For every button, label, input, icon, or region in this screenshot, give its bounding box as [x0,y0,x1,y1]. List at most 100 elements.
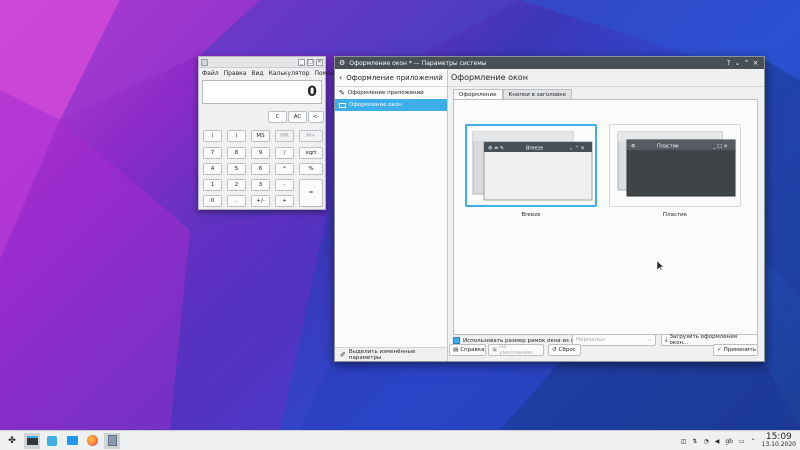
tab-titlebar-buttons[interactable]: Кнопки в заголовке [502,89,572,99]
chevron-down-icon: ⌄ [647,337,652,343]
clear-button[interactable]: C [268,111,287,123]
display-icon[interactable]: ▭ [739,438,745,445]
minimize-icon[interactable]: ⌄ [733,59,742,67]
taskbar: ✤ ◫ ⇅ ◔ ◀ gb ▭ ⌃ 15:09 13.10.2020 [0,430,800,450]
volume-icon[interactable]: ◀ [715,438,720,445]
sidebar-item-label: Оформление приложений [347,90,424,96]
plastik-preview: ⚙ Пластик _ □ × [617,131,736,197]
brush-icon: ✎ [339,89,345,97]
reset-icon: ↺ [552,347,557,353]
sidebar-back-header[interactable]: ‹ Оформление приложений [335,69,447,87]
settings-main: Оформление окон Оформление Кнопки в заго… [448,69,764,361]
clock-date: 13.10.2020 [761,441,796,448]
percent-button[interactable]: % [299,163,323,175]
tray-expand-icon[interactable]: ⌃ [751,438,756,445]
digit-7-button[interactable]: 7 [203,147,222,159]
highlight-changes-label: Выделить изменённые параметры [348,348,416,361]
maximize-icon[interactable]: ⌃ [742,59,751,67]
theme-grid: ⚙ ≡ ✎ Breeze ⌄ ⌃ × Breeze ⚙ Пластик _ □ … [453,99,758,335]
svg-text:_ □ ×: _ □ × [712,144,728,150]
all-clear-button[interactable]: AC [288,111,307,123]
theme-card-breeze[interactable]: ⚙ ≡ ✎ Breeze ⌄ ⌃ × [465,124,597,207]
highlight-icon: ✐ [340,350,346,359]
plus-button[interactable]: + [275,195,294,207]
clock-time: 15:09 [765,432,792,442]
tab-theme[interactable]: Оформление [453,89,503,99]
system-settings-task-icon[interactable] [24,432,40,449]
digit-9-button[interactable]: 9 [251,147,270,159]
digit-6-button[interactable]: 6 [251,163,270,175]
calculator-window[interactable]: _ □ × Файл Правка Вид Калькулятор Помощь… [198,56,340,210]
help-icon[interactable]: ? [724,59,733,67]
decimal-button[interactable]: . [227,195,246,207]
system-tray: ◫ ⇅ ◔ ◀ gb ▭ ⌃ 15:09 13.10.2020 [681,432,796,450]
sidebar-item-window-decorations[interactable]: Оформление окон [335,99,447,111]
download-icon: ⤓ [665,336,668,343]
memory-add-button[interactable]: M+ [299,130,323,142]
digit-2-button[interactable]: 2 [227,179,246,191]
settings-sidebar: ‹ Оформление приложений ✎ Оформление при… [335,69,448,361]
divide-button[interactable]: / [275,147,294,159]
border-size-value: Нормальн [576,337,605,343]
left-paren-button[interactable]: ( [203,130,222,142]
sidebar-header-label: Оформление приложений [346,73,443,82]
notifications-icon[interactable]: ◔ [703,438,708,445]
clipboard-icon[interactable]: ◫ [681,438,687,445]
equals-button[interactable]: = [299,179,323,207]
dolphin-folder-icon[interactable] [64,433,80,449]
window-icon [339,102,346,108]
digit-0-button[interactable]: 0 [203,195,222,207]
back-arrow-icon[interactable]: ‹ [339,73,342,82]
defaults-button[interactable]: ▣ По умолчанию [488,344,544,356]
calculator-task-icon[interactable] [104,432,120,449]
border-size-checkbox[interactable] [453,337,460,344]
sidebar-item-app-style[interactable]: ✎ Оформление приложений [335,87,447,99]
theme-label-plastik: Пластик [662,212,688,218]
digit-5-button[interactable]: 5 [227,163,246,175]
plastik-preview-title: Пластик [657,144,679,150]
svg-text:⌄ ⌃ ×: ⌄ ⌃ × [569,146,585,152]
window-title: Оформление окон * — Параметры системы [349,59,487,67]
page-title: Оформление окон [448,69,764,87]
theme-label-breeze: Breeze [521,212,541,218]
check-icon: ✓ [717,347,722,353]
border-size-select[interactable]: Нормальн ⌄ [572,334,656,346]
sqrt-button[interactable]: sqrt [299,147,323,159]
highlight-changes-button[interactable]: ✐ Выделить изменённые параметры [335,347,447,361]
mouse-cursor-icon [657,261,664,271]
multiply-button[interactable]: * [275,163,294,175]
backspace-button[interactable]: <- [308,111,324,123]
app-launcher-icon[interactable]: ✤ [4,433,20,449]
settings-titlebar[interactable]: ⚙ Оформление окон * — Параметры системы … [335,57,764,69]
settings-window[interactable]: ⚙ Оформление окон * — Параметры системы … [334,56,765,362]
discover-icon[interactable] [44,433,60,449]
help-button[interactable]: ▤ Справка [449,344,486,356]
digit-4-button[interactable]: 4 [203,163,222,175]
digit-3-button[interactable]: 3 [251,179,270,191]
defaults-icon: ▣ [492,347,498,353]
close-icon[interactable]: × [751,59,760,67]
memory-store-button[interactable]: MS [251,130,270,142]
sidebar-item-label: Оформление окон [349,102,402,108]
border-size-row: Использовать размер рамок окна из оф [453,337,579,344]
digit-1-button[interactable]: 1 [203,179,222,191]
plus-minus-button[interactable]: +/- [251,195,270,207]
digit-8-button[interactable]: 8 [227,147,246,159]
reset-button[interactable]: ↺ Сброс [548,344,581,356]
help-book-icon: ▤ [453,347,459,353]
memory-recall-button[interactable]: MR [275,130,294,142]
firefox-icon[interactable] [84,433,100,449]
minus-button[interactable]: - [275,179,294,191]
svg-text:⚙ ≡ ✎: ⚙ ≡ ✎ [488,146,504,152]
apply-button-label: Применить [723,347,756,353]
clock[interactable]: 15:09 13.10.2020 [762,433,796,449]
theme-card-plastik[interactable]: ⚙ Пластик _ □ × [609,124,741,207]
network-icon[interactable]: ⇅ [692,438,697,445]
right-paren-button[interactable]: ) [227,130,246,142]
apply-button[interactable]: ✓ Применить [713,344,758,356]
border-size-checkbox-label: Использовать размер рамок окна из оф [463,337,579,344]
keyboard-layout-indicator[interactable]: gb [725,438,733,445]
breeze-preview-title: Breeze [526,146,543,152]
settings-app-icon: ⚙ [339,59,346,67]
svg-text:⚙: ⚙ [631,144,636,150]
